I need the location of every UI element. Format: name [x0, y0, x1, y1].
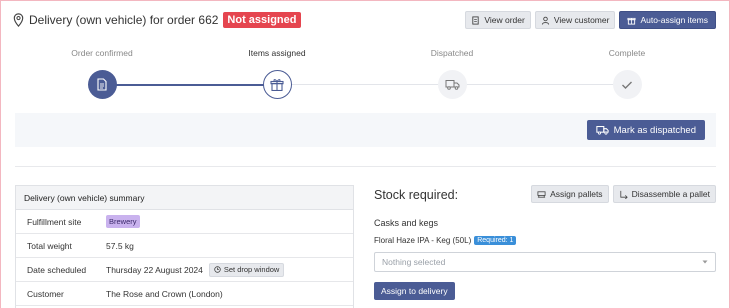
page-title: Delivery (own vehicle) for order 662: [29, 13, 219, 27]
stock-item-name: Floral Haze IPA - Keg (50L): [374, 236, 472, 245]
fulfillment-site-tag: Brewery: [106, 215, 140, 228]
stock-item: Floral Haze IPA - Keg (50L) Required: 1: [374, 236, 674, 245]
stock-select-placeholder: Nothing selected: [382, 257, 446, 267]
step-circle: [612, 70, 642, 99]
customer-link[interactable]: The Rose and Crown (London): [106, 289, 223, 299]
step-items-assigned: Items assigned: [217, 48, 337, 99]
view-order-label: View order: [484, 15, 525, 25]
gift-box-icon: [270, 79, 284, 91]
header-actions: View order View customer Auto-assign ite…: [465, 11, 716, 29]
delivery-summary-panel: Delivery (own vehicle) summary Fulfillme…: [15, 185, 354, 308]
stock-actions: Assign pallets Disassemble a pallet: [531, 185, 716, 203]
gift-box-icon: [627, 17, 636, 25]
set-drop-window-label: Set drop window: [223, 265, 280, 274]
user-icon: [541, 16, 549, 25]
summary-row-fulfillment: Fulfillment site Brewery: [16, 210, 353, 234]
disassemble-icon: [619, 190, 628, 199]
status-badge: Not assigned: [223, 12, 301, 28]
step-label: Order confirmed: [71, 48, 133, 58]
summary-key: Customer: [27, 288, 64, 299]
step-label: Items assigned: [248, 48, 306, 58]
required-badge: Required: 1: [474, 236, 517, 245]
step-dispatched: Dispatched: [392, 48, 512, 99]
mark-as-dispatched-label: Mark as dispatched: [613, 124, 696, 136]
view-order-button[interactable]: View order: [465, 11, 531, 29]
mark-as-dispatched-button[interactable]: Mark as dispatched: [586, 120, 705, 140]
truck-icon: [445, 80, 459, 90]
view-customer-label: View customer: [553, 15, 610, 25]
date-scheduled-value: Thursday 22 August 2024: [106, 264, 203, 275]
summary-key: Total weight: [27, 240, 72, 251]
pallet-icon: [537, 190, 546, 198]
summary-key: Fulfillment site: [27, 216, 82, 227]
auto-assign-items-button[interactable]: Auto-assign items: [619, 11, 716, 29]
step-order-confirmed: Order confirmed: [42, 48, 162, 99]
dispatch-action-bar: Mark as dispatched: [15, 113, 716, 147]
page-header: Delivery (own vehicle) for order 662 Not…: [13, 11, 301, 29]
step-circle: [87, 70, 117, 99]
stock-category-title: Casks and kegs: [374, 218, 439, 228]
summary-row-weight: Total weight 57.5 kg: [16, 234, 353, 258]
clock-icon: [214, 266, 221, 273]
check-icon: [622, 81, 632, 89]
document-icon: [97, 78, 107, 91]
step-circle: [262, 70, 292, 99]
set-drop-window-button[interactable]: Set drop window: [208, 262, 285, 277]
step-complete: Complete: [567, 48, 687, 99]
assign-pallets-label: Assign pallets: [550, 189, 603, 199]
summary-row-date: Date scheduled Thursday 22 August 2024 S…: [16, 258, 353, 282]
auto-assign-label: Auto-assign items: [640, 15, 708, 25]
view-customer-button[interactable]: View customer: [534, 11, 616, 29]
disassemble-pallet-label: Disassemble a pallet: [631, 189, 710, 199]
map-pin-icon: [13, 13, 24, 27]
truck-icon: [595, 126, 609, 135]
summary-title: Delivery (own vehicle) summary: [16, 186, 353, 210]
assign-to-delivery-button[interactable]: Assign to delivery: [374, 282, 455, 300]
section-divider: [15, 166, 716, 167]
stock-select[interactable]: Nothing selected: [374, 252, 716, 272]
summary-row-customer: Customer The Rose and Crown (London): [16, 282, 353, 306]
step-label: Dispatched: [430, 48, 474, 58]
total-weight-value: 57.5 kg: [106, 240, 134, 251]
caret-down-icon: [702, 260, 708, 264]
step-circle: [437, 70, 467, 99]
document-icon: [472, 15, 480, 25]
step-label: Complete: [608, 48, 646, 58]
assign-pallets-button[interactable]: Assign pallets: [531, 185, 609, 203]
progress-stepper: Order confirmed Items assigned Dispatche…: [0, 48, 730, 108]
disassemble-pallet-button[interactable]: Disassemble a pallet: [612, 185, 716, 203]
summary-key: Date scheduled: [27, 264, 87, 275]
